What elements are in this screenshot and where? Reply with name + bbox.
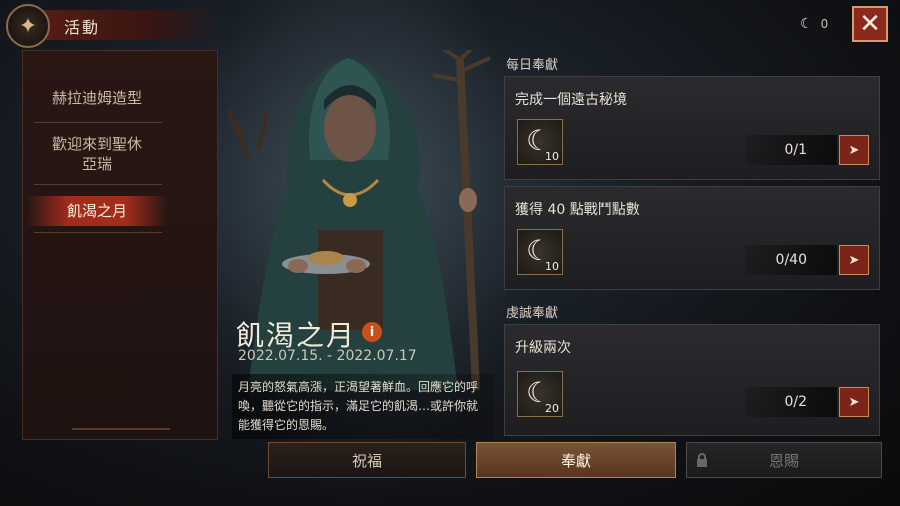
event-dates: 2022.07.15. - 2022.07.17 bbox=[238, 348, 417, 364]
arrow-go-icon: ➤ bbox=[848, 142, 860, 158]
reward-slot[interactable]: ☾ 10 bbox=[517, 229, 563, 275]
moon-count: 0 bbox=[820, 17, 829, 31]
section-header-daily: 每日奉獻 bbox=[506, 58, 559, 73]
sidebar-item-horadrim-skin[interactable]: 赫拉迪姆造型 bbox=[20, 88, 174, 108]
sidebar-ornament bbox=[72, 428, 170, 430]
tab-grace[interactable]: 恩賜 bbox=[686, 442, 882, 478]
lock-icon bbox=[697, 453, 707, 467]
arrow-go-icon: ➤ bbox=[848, 252, 860, 268]
section-header-pious: 虔誠奉獻 bbox=[506, 306, 559, 321]
top-bar: ✦ 活動 ☾ 0 ✕ bbox=[0, 0, 900, 50]
task-card: 完成一個遠古秘境 ☾ 10 0/1 ➤ bbox=[504, 76, 880, 180]
tab-grace-label: 恩賜 bbox=[768, 451, 799, 470]
arrow-go-icon: ➤ bbox=[848, 394, 860, 410]
task-progress: 0/40 bbox=[745, 245, 837, 275]
go-button[interactable]: ➤ bbox=[839, 135, 869, 165]
event-description: 月亮的怒氣高漲，正渴望著鮮血。回應它的呼喚，聽從它的指示，滿足它的飢渴…或許你就… bbox=[232, 374, 494, 439]
close-icon: ✕ bbox=[859, 9, 881, 39]
task-title: 升級兩次 bbox=[515, 340, 571, 356]
sidebar-divider bbox=[34, 122, 162, 123]
sidebar-divider bbox=[34, 232, 162, 233]
reward-slot[interactable]: ☾ 10 bbox=[517, 119, 563, 165]
task-progress: 0/2 bbox=[745, 387, 837, 417]
moon-currency: ☾ 0 bbox=[800, 16, 828, 32]
sidebar-divider bbox=[34, 184, 162, 185]
info-icon[interactable]: i bbox=[362, 322, 382, 342]
reward-quantity: 10 bbox=[545, 260, 559, 273]
compass-star-icon[interactable]: ✦ bbox=[6, 4, 50, 48]
sidebar-item-welcome-sanctuary[interactable]: 歡迎來到聖休 亞瑞 bbox=[20, 134, 174, 174]
task-title: 獲得 40 點戰鬥點數 bbox=[515, 202, 640, 218]
reward-quantity: 20 bbox=[545, 402, 559, 415]
tab-devotion[interactable]: 奉獻 bbox=[476, 442, 676, 478]
task-progress: 0/1 bbox=[745, 135, 837, 165]
reward-quantity: 10 bbox=[545, 150, 559, 163]
event-sidebar bbox=[22, 50, 218, 440]
sidebar-item-hungry-moon[interactable]: 飢渴之月 bbox=[20, 201, 174, 221]
crescent-moon-icon: ☾ bbox=[800, 16, 813, 32]
title-strip bbox=[30, 10, 220, 40]
task-card: 升級兩次 ☾ 20 0/2 ➤ bbox=[504, 324, 880, 436]
close-button[interactable]: ✕ bbox=[852, 6, 888, 42]
page-title: 活動 bbox=[64, 18, 101, 37]
go-button[interactable]: ➤ bbox=[839, 245, 869, 275]
go-button[interactable]: ➤ bbox=[839, 387, 869, 417]
task-card: 獲得 40 點戰鬥點數 ☾ 10 0/40 ➤ bbox=[504, 186, 880, 290]
reward-slot[interactable]: ☾ 20 bbox=[517, 371, 563, 417]
tab-bless[interactable]: 祝福 bbox=[268, 442, 466, 478]
task-title: 完成一個遠古秘境 bbox=[515, 92, 627, 108]
